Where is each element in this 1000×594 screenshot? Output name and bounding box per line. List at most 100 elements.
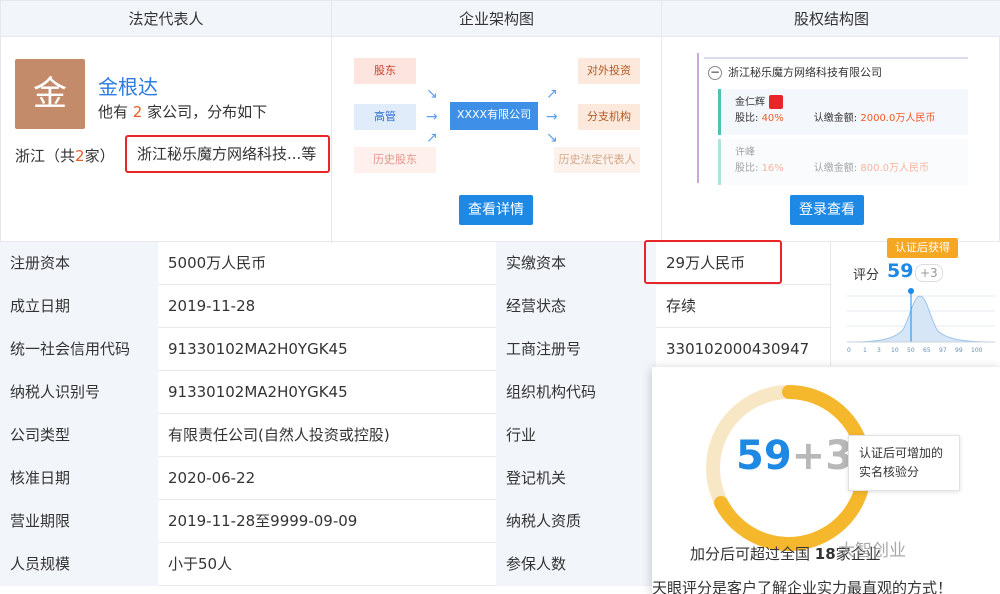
field-label: 成立日期 <box>0 285 158 328</box>
arrow-icon: ↗ <box>426 130 438 146</box>
rep-sub-pre: 他有 <box>98 103 133 121</box>
org-executive-box: 高管 <box>354 104 416 130</box>
popover-desc: 天眼评分是客户了解企业实力最直观的方式！ <box>652 579 953 594</box>
axis-tick: 100 <box>971 347 983 354</box>
person-badge-icon <box>769 95 783 109</box>
field-label: 统一社会信用代码 <box>0 328 158 371</box>
org-shareholder-box: 股东 <box>354 58 416 84</box>
field-label: 工商注册号 <box>496 328 656 371</box>
equity-connector <box>697 53 699 183</box>
popover-score-plus: +3 <box>791 433 854 479</box>
table-row: 成立日期 2019-11-28 经营状态 存续 <box>0 285 830 328</box>
field-label: 行业 <box>496 414 656 457</box>
avatar[interactable]: 金 <box>15 59 85 129</box>
score-distribution-chart: 0 1 3 10 50 65 97 99 100 <box>847 288 995 354</box>
popover-score-value: 59 <box>736 433 792 479</box>
watermark: 大智创业 <box>838 541 906 561</box>
field-value: 2020-06-22 <box>168 469 256 487</box>
score-plus: +3 <box>915 264 943 282</box>
popover-score: 59+3 <box>736 433 853 479</box>
tip-line: 实名核验分 <box>859 465 920 479</box>
axis-tick: 99 <box>955 347 963 354</box>
tip-line: 认证后可增加的 <box>859 446 944 460</box>
equity-root-name: 浙江秘乐魔方网络科技有限公司 <box>728 66 882 79</box>
holder-ratio: 40% <box>761 113 784 124</box>
popover-tip: 认证后可增加的 实名核验分 <box>848 435 960 491</box>
field-value: 91330102MA2H0YGK45 <box>168 340 348 358</box>
score-label: 评分 <box>853 268 880 283</box>
table-row: 统一社会信用代码 91330102MA2H0YGK45 工商注册号 330102… <box>0 328 830 371</box>
top-panels: 法定代表人 金 金根达 他有 2 家公司，分布如下 浙江（共2家） 浙江秘乐魔方… <box>0 0 1000 243</box>
org-investment-box: 对外投资 <box>578 58 640 84</box>
field-value: 存续 <box>666 297 697 315</box>
field-value: 2019-11-28至9999-09-09 <box>168 512 358 530</box>
holder-ratio-label: 股比: <box>735 163 759 174</box>
holder-amount-label: 认缴金额: <box>813 113 858 124</box>
field-label: 参保人数 <box>496 543 656 586</box>
field-label: 注册资本 <box>0 242 158 285</box>
holder-amount: 2000.0万人民币 <box>860 113 936 124</box>
holder-ratio: 16% <box>761 163 784 174</box>
field-label: 人员规模 <box>0 543 158 586</box>
region-post: 家） <box>84 147 115 165</box>
field-label: 公司类型 <box>0 414 158 457</box>
field-value: 有限责任公司(自然人投资或控股) <box>168 426 390 444</box>
holder-amount: 800.0万人民币 <box>860 163 929 174</box>
field-value: 5000万人民币 <box>168 254 267 272</box>
score-value: 59 <box>887 260 914 282</box>
rank-num: 18 <box>814 545 836 563</box>
arrow-icon: ↘ <box>546 130 558 146</box>
arrow-icon: ↘ <box>426 86 438 102</box>
org-history-shareholder-box: 历史股东 <box>354 147 436 173</box>
org-chart-header: 企业架构图 <box>332 1 661 37</box>
login-view-button[interactable]: 登录查看 <box>790 195 864 225</box>
field-value: 2019-11-28 <box>168 297 256 315</box>
org-company-box: XXXX有限公司 <box>450 102 538 130</box>
equity-holder-card: 金仁辉 股比: 40% 认缴金额: 2000.0万人民币 <box>718 89 968 135</box>
field-value: 330102000430947 <box>666 340 810 358</box>
rep-name-link[interactable]: 金根达 <box>98 71 158 100</box>
org-branch-box: 分支机构 <box>578 104 640 130</box>
score-panel[interactable]: 认证后获得 评分 59 +3 0 1 3 10 50 65 97 99 100 <box>830 238 1000 366</box>
arrow-icon: → <box>546 109 558 125</box>
holder-ratio-label: 股比: <box>735 113 759 124</box>
axis-tick: 65 <box>923 347 931 354</box>
org-chart-panel: 企业架构图 股东 高管 历史股东 ↘ → ↗ XXXX有限公司 ↗ → ↘ 对外… <box>332 1 662 243</box>
axis-tick: 50 <box>907 347 915 354</box>
field-label: 核准日期 <box>0 457 158 500</box>
equity-root: − 浙江秘乐魔方网络科技有限公司 <box>704 57 968 87</box>
region-count: 2 <box>75 147 85 165</box>
cert-badge: 认证后获得 <box>887 238 958 258</box>
axis-tick: 10 <box>891 347 899 354</box>
equity-chart-header: 股权结构图 <box>662 1 1000 37</box>
collapse-icon[interactable]: − <box>708 66 722 80</box>
score-popover: 59+3 认证后可增加的 实名核验分 加分后可超过全国 18家企业 天眼评分是客… <box>652 367 1000 594</box>
field-label: 登记机关 <box>496 457 656 500</box>
field-label: 经营状态 <box>496 285 656 328</box>
region-summary: 浙江（共2家） <box>15 145 115 166</box>
axis-tick: 0 <box>847 347 851 354</box>
legal-rep-header: 法定代表人 <box>1 1 331 37</box>
axis-tick: 97 <box>939 347 947 354</box>
rank-pre: 加分后可超过全国 <box>690 545 815 563</box>
axis-tick: 3 <box>877 347 881 354</box>
holder-name: 金仁辉 <box>735 97 765 108</box>
view-details-button[interactable]: 查看详情 <box>459 195 533 225</box>
arrow-icon: → <box>426 109 438 125</box>
company-link[interactable]: 浙江秘乐魔方网络科技...等 <box>125 135 330 173</box>
field-label: 营业期限 <box>0 500 158 543</box>
org-history-rep-box: 历史法定代表人 <box>554 147 640 173</box>
rep-sub-post: 家公司，分布如下 <box>142 103 268 121</box>
field-label: 纳税人识别号 <box>0 371 158 414</box>
equity-holder-card: 许峰 股比: 16% 认缴金额: 800.0万人民币 <box>718 139 968 185</box>
field-value: 小于50人 <box>168 555 233 573</box>
holder-amount-label: 认缴金额: <box>813 163 858 174</box>
field-label: 实缴资本 <box>496 242 656 285</box>
holder-name: 许峰 <box>735 147 755 158</box>
arrow-icon: ↗ <box>546 86 558 102</box>
field-value: 91330102MA2H0YGK45 <box>168 383 348 401</box>
rep-company-summary: 他有 2 家公司，分布如下 <box>98 101 267 122</box>
legal-rep-panel: 法定代表人 金 金根达 他有 2 家公司，分布如下 浙江（共2家） 浙江秘乐魔方… <box>1 1 332 243</box>
field-label: 纳税人资质 <box>496 500 656 543</box>
equity-chart-panel: 股权结构图 − 浙江秘乐魔方网络科技有限公司 金仁辉 股比: 40% 认缴金额: 2… <box>662 1 1000 243</box>
